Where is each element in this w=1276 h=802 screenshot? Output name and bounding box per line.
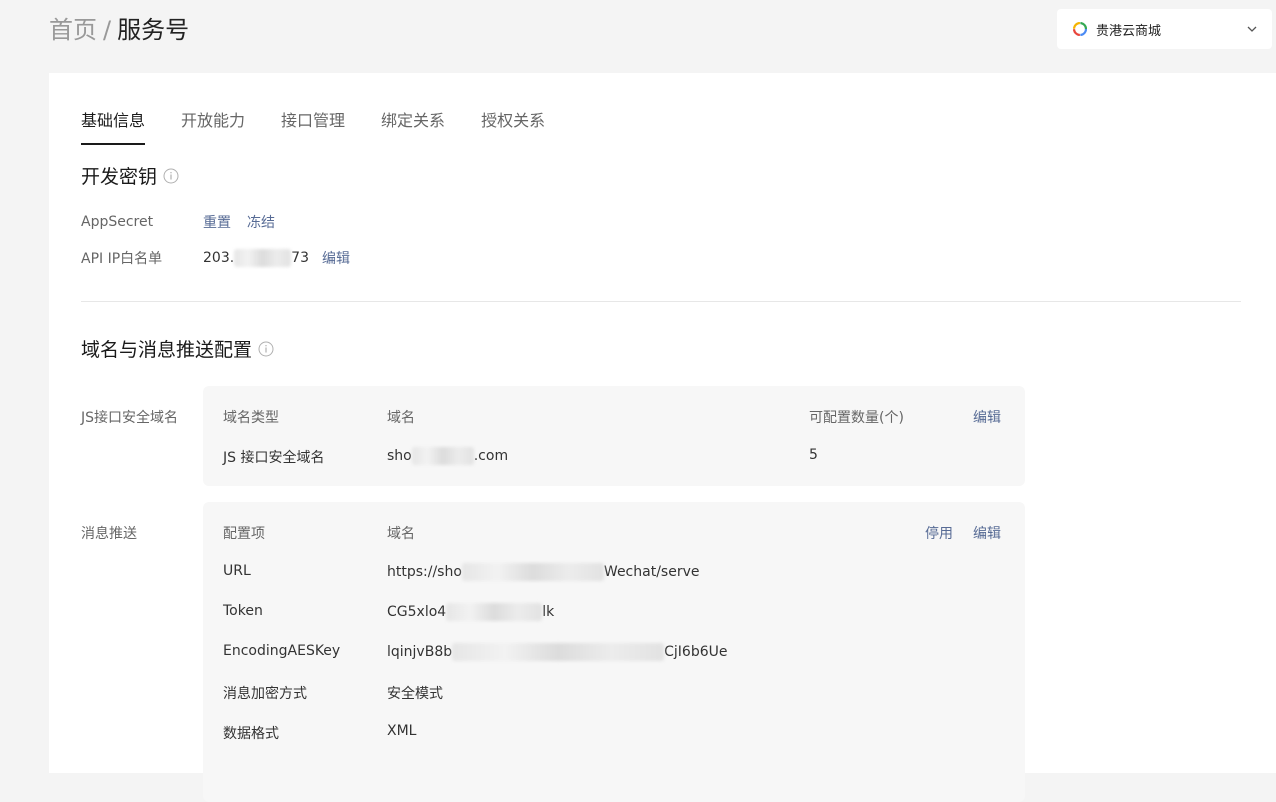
- main-panel: 基础信息 开放能力 接口管理 绑定关系 授权关系 开发密钥 AppSecret …: [49, 73, 1276, 802]
- ip-whitelist-row: API IP白名单 203. 73 编辑: [81, 248, 366, 268]
- url-suffix: Wechat/serve: [603, 564, 700, 580]
- push-card: 配置项 域名 停用 编辑 URL https://sho Wechat/serv…: [203, 502, 1025, 802]
- breadcrumb-home[interactable]: 首页: [49, 16, 97, 44]
- info-icon[interactable]: [258, 341, 274, 357]
- chevron-down-icon[interactable]: [1246, 23, 1258, 35]
- redacted-blur: [452, 643, 665, 661]
- dev-secret-title: 开发密钥: [81, 162, 179, 189]
- header-count: 可配置数量(个): [809, 410, 904, 426]
- tab-bar: 基础信息 开放能力 接口管理 绑定关系 授权关系: [81, 109, 581, 145]
- push-value-token: CG5xlo4 lk: [387, 603, 554, 621]
- freeze-link[interactable]: 冻结: [247, 212, 275, 232]
- tab-open-capability[interactable]: 开放能力: [181, 109, 245, 145]
- appsecret-label: AppSecret: [81, 214, 154, 230]
- header-domain-type: 域名类型: [223, 410, 279, 426]
- redacted-blur: [446, 603, 543, 621]
- account-name: 贵港云商城: [1096, 23, 1162, 39]
- appsecret-row: AppSecret 重置 冻结: [81, 212, 291, 232]
- page-title: 服务号: [117, 16, 190, 44]
- token-suffix: lk: [542, 604, 555, 620]
- js-domain-value: sho .com: [387, 447, 508, 465]
- push-key-url: URL: [223, 563, 251, 579]
- domain-config-title-text: 域名与消息推送配置: [81, 339, 253, 361]
- push-key-encryption: 消息加密方式: [223, 686, 307, 702]
- tab-authorization[interactable]: 授权关系: [481, 109, 545, 145]
- ip-suffix: 73: [291, 250, 309, 266]
- js-domain-label: JS接口安全域名: [81, 410, 179, 426]
- aeskey-prefix: lqinjvB8b: [387, 644, 453, 660]
- tab-interface-management[interactable]: 接口管理: [281, 109, 345, 145]
- push-value-format: XML: [387, 723, 417, 739]
- ip-whitelist-value: 203. 73: [203, 249, 309, 267]
- ip-edit-link[interactable]: 编辑: [322, 248, 350, 268]
- info-icon[interactable]: [163, 168, 179, 184]
- breadcrumb: 首页 / 服务号: [49, 14, 189, 46]
- header-domain: 域名: [387, 526, 415, 542]
- dev-secret-title-text: 开发密钥: [81, 166, 158, 188]
- domain-prefix: sho: [387, 448, 412, 464]
- push-key-token: Token: [223, 603, 263, 619]
- push-disable-link[interactable]: 停用: [925, 523, 953, 543]
- push-value-url: https://sho Wechat/serve: [387, 563, 699, 581]
- tab-basic-info[interactable]: 基础信息: [81, 109, 146, 145]
- js-domain-card: 域名类型 域名 可配置数量(个) 编辑 JS 接口安全域名 sho .com 5: [203, 386, 1025, 486]
- token-prefix: CG5xlo4: [387, 604, 447, 620]
- header-domain: 域名: [387, 410, 415, 426]
- js-domain-count-value: 5: [809, 447, 818, 463]
- aeskey-suffix: CjI6b6Ue: [664, 644, 728, 660]
- js-domain-edit-link[interactable]: 编辑: [973, 407, 1001, 427]
- push-edit-link[interactable]: 编辑: [973, 523, 1001, 543]
- account-logo-icon: [1073, 22, 1087, 36]
- domain-suffix: .com: [473, 448, 509, 464]
- push-value-encryption: 安全模式: [387, 686, 443, 702]
- ip-prefix: 203.: [203, 250, 235, 266]
- push-key-aeskey: EncodingAESKey: [223, 643, 341, 659]
- header-config-item: 配置项: [223, 526, 265, 542]
- redacted-blur: [461, 563, 604, 581]
- push-value-aeskey: lqinjvB8b CjI6b6Ue: [387, 643, 727, 661]
- push-key-format: 数据格式: [223, 726, 279, 742]
- breadcrumb-separator: /: [103, 16, 112, 44]
- url-prefix: https://sho: [387, 564, 462, 580]
- section-divider: [81, 301, 1241, 302]
- ip-whitelist-label: API IP白名单: [81, 251, 163, 267]
- reset-link[interactable]: 重置: [203, 212, 231, 232]
- js-domain-type-value: JS 接口安全域名: [223, 450, 325, 466]
- redacted-blur: [411, 447, 474, 465]
- tab-binding[interactable]: 绑定关系: [381, 109, 445, 145]
- domain-config-title: 域名与消息推送配置: [81, 335, 274, 362]
- redacted-blur: [234, 249, 292, 267]
- account-switcher[interactable]: 贵港云商城: [1057, 9, 1272, 49]
- push-label: 消息推送: [81, 526, 137, 542]
